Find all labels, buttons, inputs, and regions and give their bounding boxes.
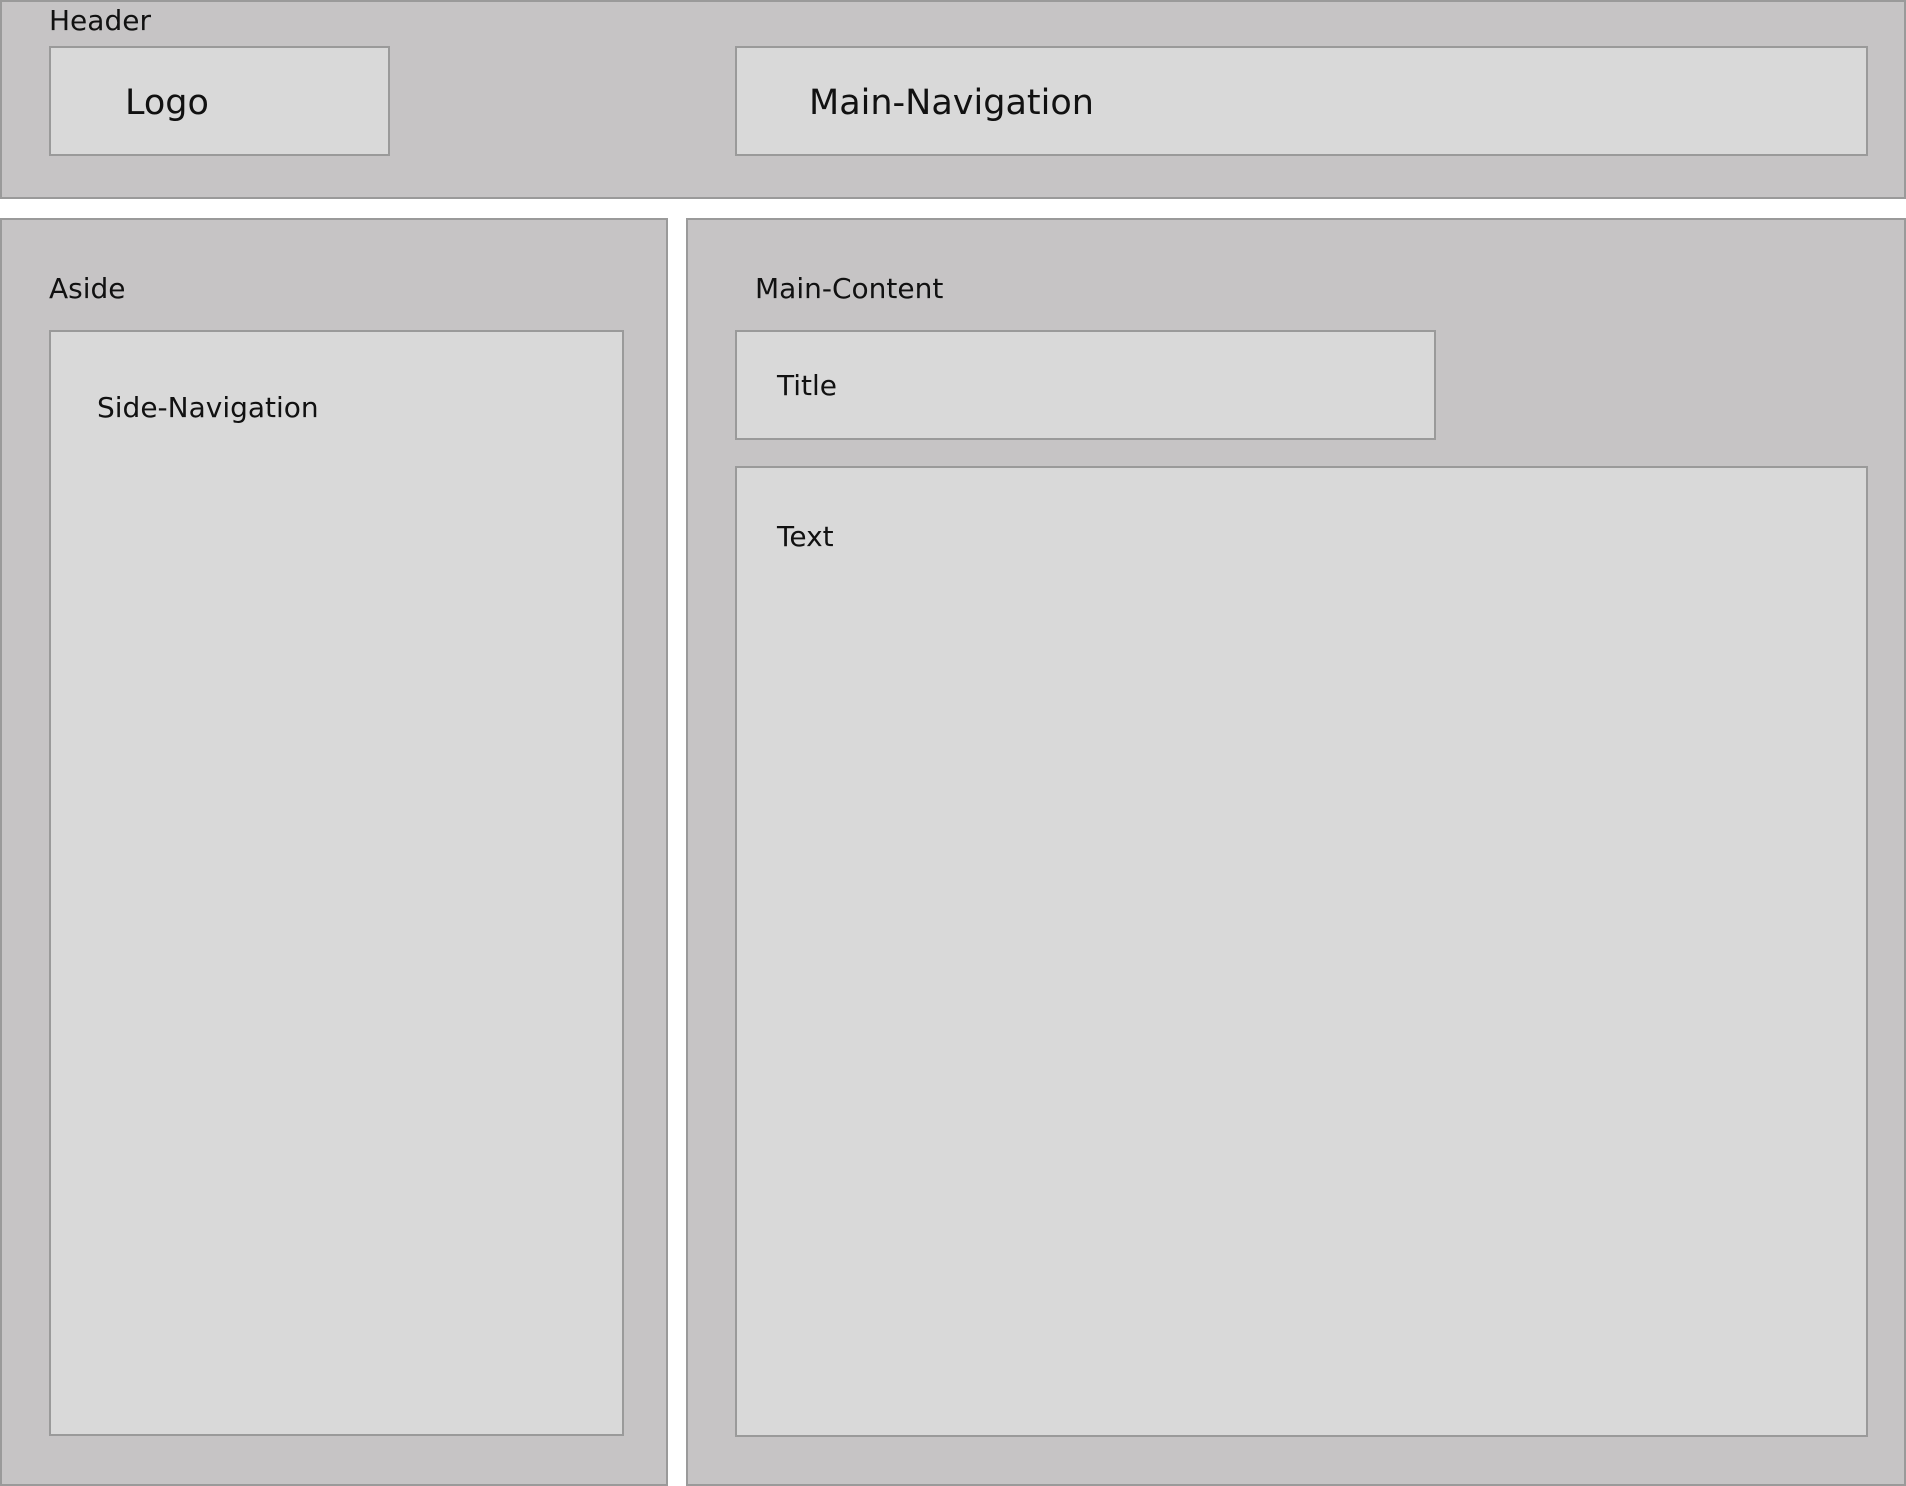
header-label: Header (49, 4, 151, 37)
text-label: Text (777, 520, 834, 553)
side-navigation-label: Side-Navigation (97, 391, 319, 424)
main-navigation-label: Main-Navigation (809, 83, 1094, 123)
title-box: Title (735, 330, 1436, 440)
main-content-region: Main-Content Title Text (686, 218, 1906, 1486)
text-box: Text (735, 466, 1868, 1437)
main-content-label: Main-Content (755, 272, 944, 305)
logo-label: Logo (125, 83, 209, 123)
header-region: Header Logo Main-Navigation (0, 0, 1906, 199)
aside-region: Aside Side-Navigation (0, 218, 668, 1486)
side-navigation-box: Side-Navigation (49, 330, 624, 1436)
title-label: Title (777, 369, 838, 402)
main-navigation-box: Main-Navigation (735, 46, 1868, 156)
logo-box: Logo (49, 46, 390, 156)
aside-label: Aside (49, 272, 126, 305)
